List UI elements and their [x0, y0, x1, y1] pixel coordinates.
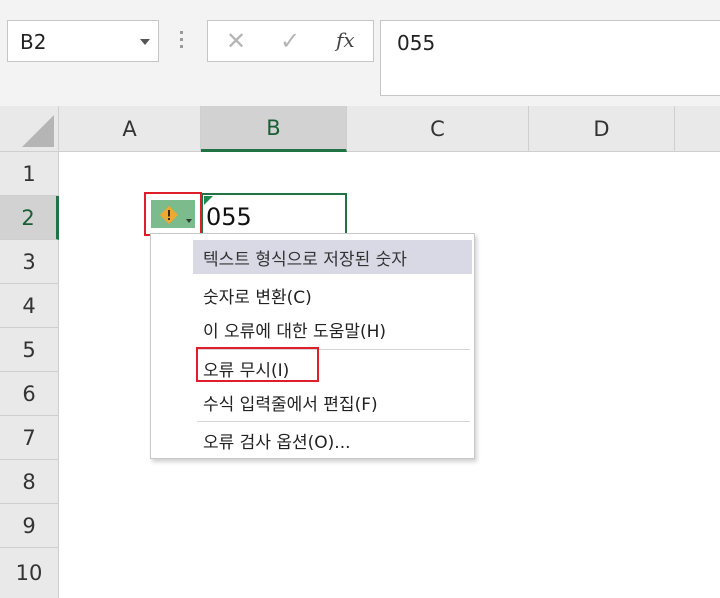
highlight-box — [196, 347, 319, 382]
cell-b2-value: 055 — [206, 203, 252, 231]
drag-handle-icon[interactable] — [180, 31, 183, 51]
menu-item-edit-in-formula-bar[interactable]: 수식 입력줄에서 편집(F) — [193, 385, 472, 419]
error-options-face[interactable] — [151, 200, 195, 228]
error-options-button[interactable] — [144, 192, 202, 236]
row-header-8[interactable]: 8 — [0, 460, 59, 504]
chevron-down-icon[interactable] — [140, 39, 150, 45]
row-header-9[interactable]: 9 — [0, 504, 59, 548]
column-header-c[interactable]: C — [347, 106, 529, 152]
confirm-icon[interactable]: ✓ — [280, 27, 300, 55]
insert-function-icon[interactable]: fx — [336, 28, 355, 52]
formula-bar: B2 ✕ ✓ fx 055 — [0, 0, 720, 106]
row-header-4[interactable]: 4 — [0, 284, 59, 328]
warning-diamond-icon — [160, 206, 178, 224]
formula-input[interactable]: 055 — [380, 20, 720, 96]
menu-header: 텍스트 형식으로 저장된 숫자 — [193, 240, 472, 274]
row-header-10[interactable]: 10 — [0, 548, 59, 598]
error-options-menu: 텍스트 형식으로 저장된 숫자 숫자로 변환(C) 이 오류에 대한 도움말(H… — [150, 233, 475, 459]
select-all-button[interactable] — [0, 106, 59, 152]
column-header-partial[interactable] — [675, 106, 720, 152]
row-header-7[interactable]: 7 — [0, 416, 59, 460]
formula-buttons: ✕ ✓ fx — [207, 20, 374, 62]
name-box-value: B2 — [20, 30, 47, 54]
menu-item-error-checking-options[interactable]: 오류 검사 옵션(O)... — [193, 423, 472, 457]
row-header-6[interactable]: 6 — [0, 372, 59, 416]
menu-separator — [197, 421, 470, 422]
row-header-5[interactable]: 5 — [0, 328, 59, 372]
column-header-d[interactable]: D — [529, 106, 675, 152]
menu-item-convert-to-number[interactable]: 숫자로 변환(C) — [193, 278, 472, 312]
cancel-icon[interactable]: ✕ — [226, 27, 246, 55]
name-box[interactable]: B2 — [7, 20, 159, 62]
dropdown-caret-icon — [186, 219, 192, 223]
row-header-1[interactable]: 1 — [0, 152, 59, 196]
row-header-2[interactable]: 2 — [0, 196, 59, 240]
column-header-a[interactable]: A — [59, 106, 201, 152]
select-all-icon — [22, 115, 54, 147]
column-header-b[interactable]: B — [201, 106, 347, 152]
formula-value: 055 — [397, 31, 436, 55]
menu-item-help[interactable]: 이 오류에 대한 도움말(H) — [193, 312, 472, 346]
row-header-3[interactable]: 3 — [0, 240, 59, 284]
